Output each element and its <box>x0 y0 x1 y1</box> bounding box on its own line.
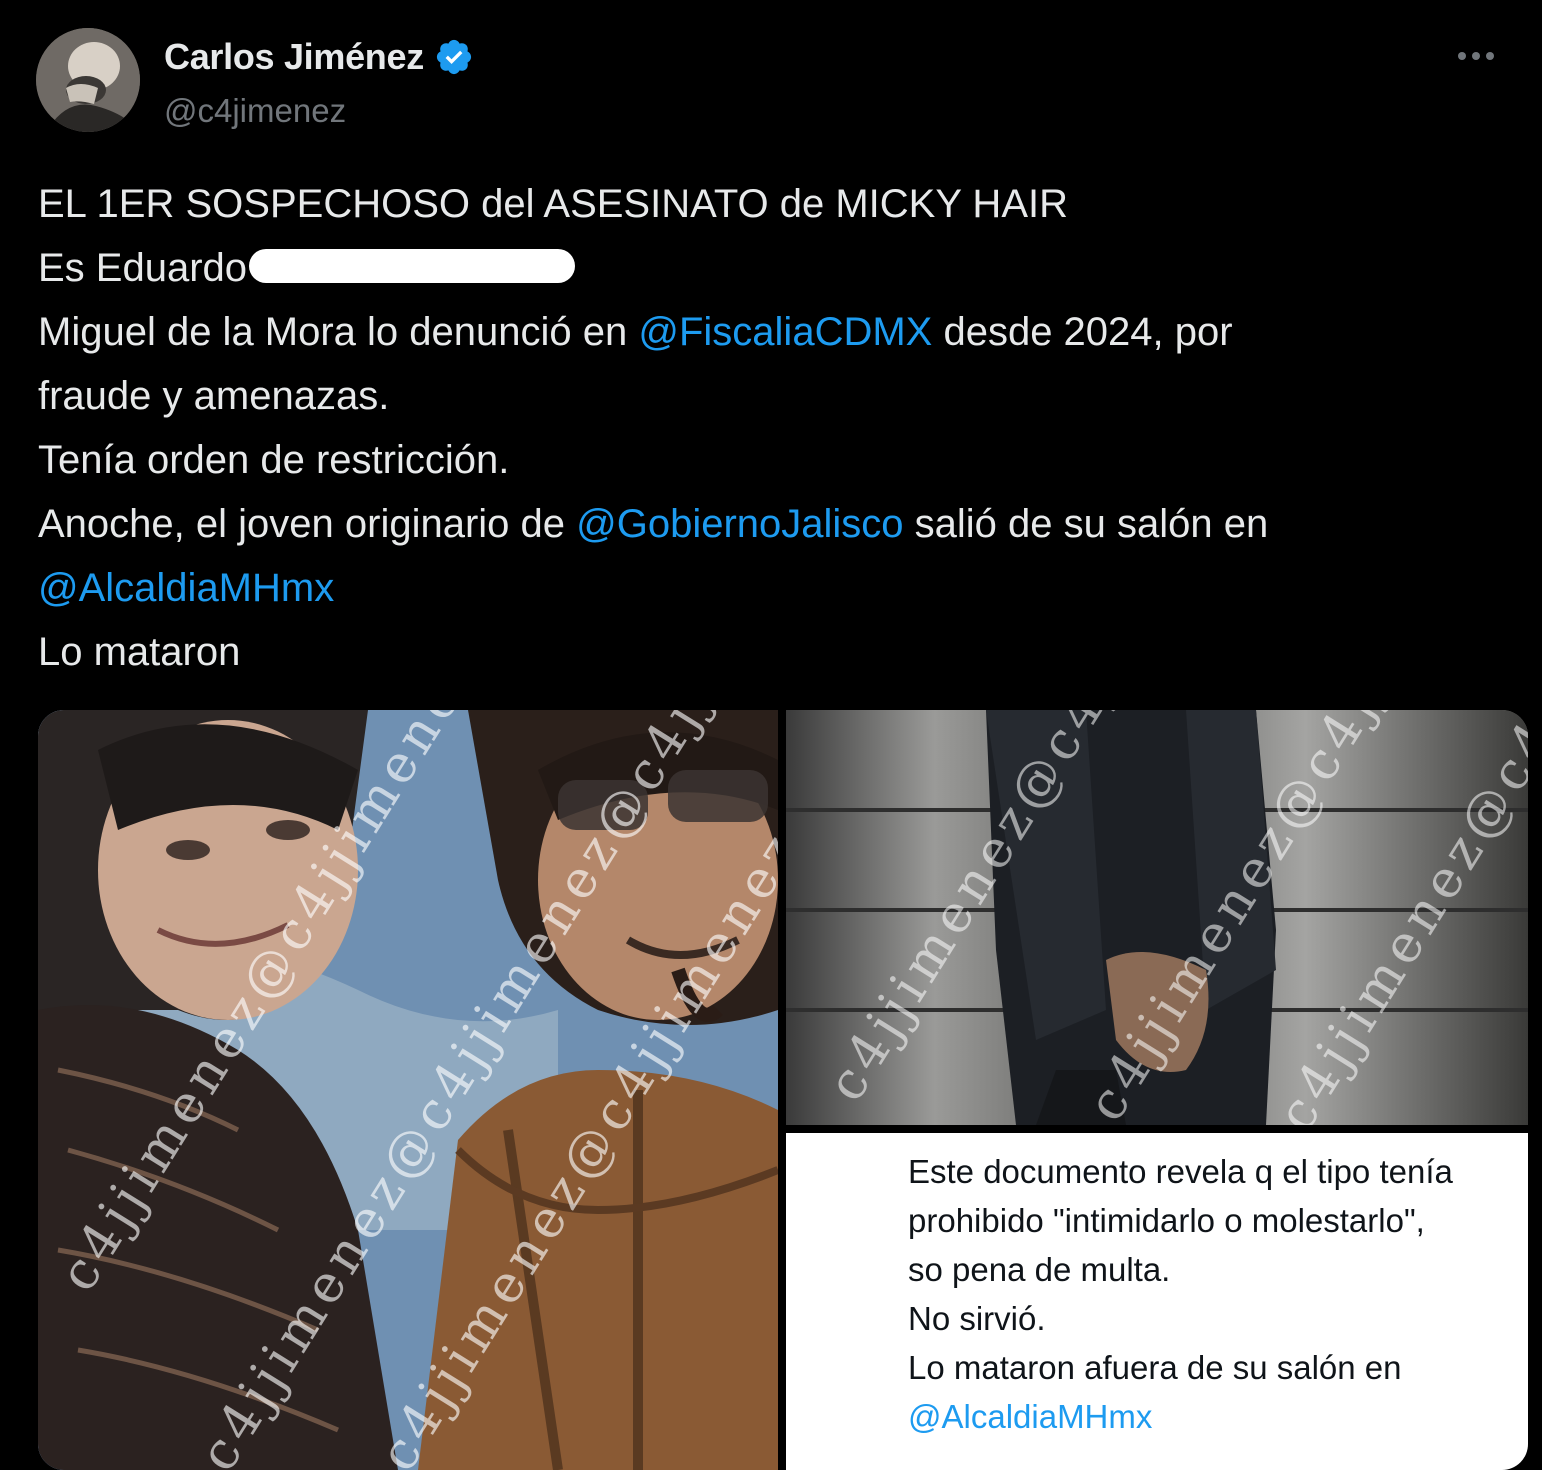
document-screenshot[interactable]: Este documento revela q el tipo tenía pr… <box>786 1133 1528 1470</box>
mention-link[interactable]: @GobiernoJalisco <box>576 502 903 546</box>
document-line: No sirvió. <box>908 1300 1046 1337</box>
document-mention: @AlcaldiaMHmx <box>908 1398 1153 1435</box>
avatar-image <box>36 28 140 132</box>
tweet-line: Es Eduardo <box>38 236 1498 300</box>
tweet-line-text: desde 2024, por <box>932 310 1233 354</box>
tweet-line: Lo mataron <box>38 630 241 674</box>
mention-link[interactable]: @FiscaliaCDMX <box>638 310 932 354</box>
media-grid: c4jjimenez@c4jjimenez@c4jjimenez c4jjime… <box>38 710 1528 1470</box>
document-line: prohibido "intimidarlo o molestarlo", <box>908 1202 1425 1239</box>
mention-link[interactable]: @AlcaldiaMHmx <box>38 566 334 610</box>
tweet-header: Carlos Jiménez @c4jimenez <box>36 28 1506 138</box>
dot-icon <box>1472 52 1480 60</box>
dot-icon <box>1486 52 1494 60</box>
tweet-line: Anoche, el joven originario de @Gobierno… <box>38 492 1498 556</box>
document-text: Este documento revela q el tipo tenía pr… <box>908 1147 1508 1441</box>
document-line: Lo mataron afuera de su salón en <box>908 1349 1402 1386</box>
document-line: so pena de multa. <box>908 1251 1171 1288</box>
tweet-line: Tenía orden de restricción. <box>38 438 510 482</box>
tweet-line-text: Es Eduardo <box>38 246 248 290</box>
tweet-line-text: salió de su salón en <box>903 502 1269 546</box>
name-row: Carlos Jiménez <box>164 36 474 78</box>
tweet-line: @AlcaldiaMHmx <box>38 556 1498 620</box>
tweet-line: fraude y amenazas. <box>38 374 390 418</box>
verified-badge-icon <box>436 39 472 75</box>
tweet-line: EL 1ER SOSPECHOSO del ASESINATO de MICKY… <box>38 182 1068 226</box>
display-name[interactable]: Carlos Jiménez <box>164 36 424 78</box>
avatar[interactable] <box>36 28 140 132</box>
tweet-line-text: Anoche, el joven originario de <box>38 502 577 546</box>
tweet-text: EL 1ER SOSPECHOSO del ASESINATO de MICKY… <box>38 172 1498 684</box>
tweet-line-text: Miguel de la Mora lo denunció en <box>38 310 639 354</box>
redaction-bar <box>249 249 576 283</box>
more-options-icon[interactable] <box>1446 36 1506 76</box>
photo-two-men[interactable]: c4jjimenez@c4jjimenez@c4jjimenez c4jjime… <box>38 710 778 1470</box>
dot-icon <box>1458 52 1466 60</box>
photo-man-in-suit[interactable]: c4jjimenez@c4jjimenez@c4jjimenez c4jjime… <box>786 710 1528 1125</box>
photo-illustration <box>38 710 778 1470</box>
document-line: Este documento revela q el tipo tenía <box>908 1153 1453 1190</box>
handle[interactable]: @c4jimenez <box>164 92 346 130</box>
tweet-line: Miguel de la Mora lo denunció en @Fiscal… <box>38 300 1498 364</box>
